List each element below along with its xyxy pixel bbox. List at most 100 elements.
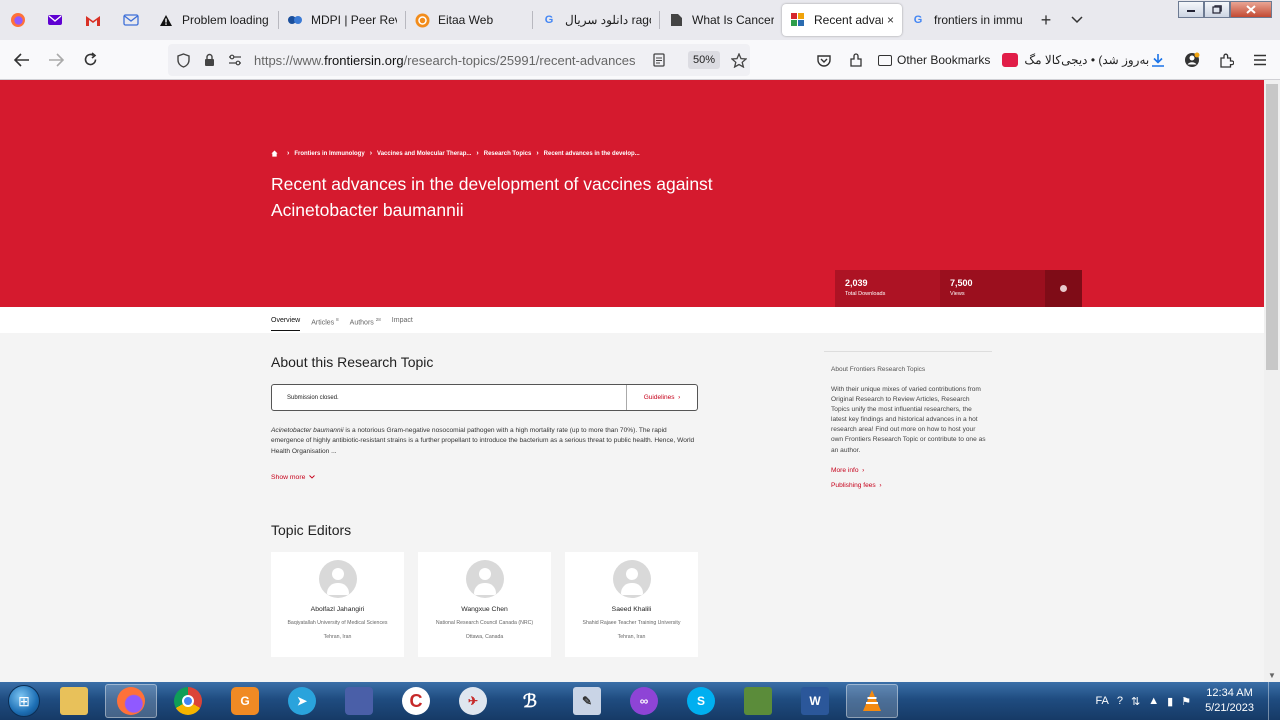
taskbar-network-tool[interactable]: ✈ [447,684,499,718]
taskbar-word[interactable]: W [789,684,841,718]
taskbar-skype[interactable]: S [675,684,727,718]
taskbar-app[interactable] [333,684,385,718]
frontiers-icon [790,12,806,28]
new-tab-button[interactable]: + [1030,10,1062,31]
taskbar-vlc[interactable] [846,684,898,718]
google-icon: G [544,14,554,26]
editor-card[interactable]: Saeed Khalili Shahid Rajaee Teacher Trai… [565,552,698,657]
minimize-button[interactable] [1178,1,1204,18]
taskbar-monitor[interactable] [732,684,784,718]
breadcrumb-separator: › [536,150,539,157]
tab-authors[interactable]: Authors 28 [350,317,381,326]
taskbar-pdf[interactable]: G [219,684,271,718]
close-tab-icon[interactable]: × [887,13,894,27]
tab-what-is-cancer[interactable]: What Is Cancer? - [660,4,782,36]
reader-view-icon[interactable] [648,53,670,67]
url-text[interactable]: https://www.frontiersin.org/research-top… [254,53,644,68]
zoom-level-button[interactable]: 50% [687,51,721,69]
warning-icon [158,12,174,28]
forward-button[interactable] [39,44,73,76]
breadcrumb-research-topics[interactable]: Research Topics [484,151,532,157]
tab-serial-download[interactable]: G دانلود سریال ragon [533,4,659,36]
account-icon[interactable] [1175,52,1209,68]
editor-affiliation: Shahid Rajaee Teacher Training Universit… [582,620,681,626]
language-indicator[interactable]: FA [1095,695,1108,707]
tab-recent-advances[interactable]: Recent advance × [782,4,902,36]
tab-frontiers-search[interactable]: G frontiers in immu [902,4,1030,36]
taskbar-telegram[interactable]: ➤ [276,684,328,718]
hero-banner: › Frontiers in Immunology › Vaccines and… [0,80,1264,307]
shield-icon[interactable] [172,52,194,68]
guidelines-link[interactable]: Guidelines › [626,385,697,410]
dot-icon [1060,285,1067,292]
bookmark-star-icon[interactable] [728,52,750,68]
page-viewport: › Frontiers in Immunology › Vaccines and… [0,80,1264,682]
reload-button[interactable] [73,44,107,76]
taskbar-solidworks[interactable]: ℬ [504,684,556,718]
tab-mdpi[interactable]: MDPI | Peer Revie [279,4,405,36]
tab-eitaa[interactable]: Eitaa Web [406,4,532,36]
pinned-tab-email[interactable] [112,0,150,40]
pocket-icon[interactable] [808,54,840,67]
show-hidden-icons-icon[interactable]: ▲ [1148,695,1159,707]
home-icon[interactable] [271,150,278,157]
taskbar-firefox[interactable] [105,684,157,718]
taskbar-chrome[interactable] [162,684,214,718]
editor-name: Wangxue Chen [461,606,508,613]
address-bar[interactable]: https://www.frontiersin.org/research-top… [168,44,750,76]
word-icon: W [801,687,829,715]
permissions-icon[interactable] [224,54,246,66]
editor-card[interactable]: Wangxue Chen National Research Council C… [418,552,551,657]
start-button[interactable]: ⊞ [0,682,48,720]
digikala-bookmark[interactable]: به‌روز شد) • دیجی‌کالا مگ [1002,53,1149,67]
taskbar-ccleaner[interactable]: C [390,684,442,718]
taskbar-editor[interactable]: ✎ [561,684,613,718]
editor-affiliation: National Research Council Canada (NRC) [435,620,534,626]
tab-problem-loading[interactable]: Problem loading [150,4,278,36]
pinned-tab-mail[interactable] [36,0,74,40]
firefox-menu-icon[interactable] [0,0,36,40]
breadcrumb-section[interactable]: Vaccines and Molecular Therap... [377,151,471,157]
pinned-tab-gmail[interactable] [74,0,112,40]
avatar [612,560,651,598]
hamburger-menu-icon[interactable] [1243,54,1277,66]
avatar [318,560,357,598]
back-button[interactable] [5,44,39,76]
extension-puzzle-alt-icon[interactable] [840,53,872,67]
scrollbar-thumb[interactable] [1266,84,1278,370]
more-info-link[interactable]: More info › [831,467,992,474]
downloads-icon[interactable] [1141,53,1175,67]
other-bookmarks-label: Other Bookmarks [897,53,991,67]
other-bookmarks[interactable]: Other Bookmarks [878,53,990,67]
taskbar-vpn[interactable]: ∞ [618,684,670,718]
lock-icon[interactable] [198,53,220,67]
tab-overview[interactable]: Overview [271,317,301,332]
digikala-bookmark-label: به‌روز شد) • دیجی‌کالا مگ [1024,53,1150,67]
flag-icon[interactable]: ⚑ [1181,695,1191,708]
signal-bars-icon[interactable]: ▮ [1167,695,1173,708]
tab-articles[interactable]: Articles 8 [311,317,338,326]
tab-impact[interactable]: Impact [392,317,413,326]
page-scrollbar[interactable]: ▲ ▼ [1264,80,1280,682]
close-window-button[interactable] [1230,1,1272,18]
breadcrumb-separator: › [476,150,479,157]
taskbar-explorer[interactable] [48,684,100,718]
pdf-icon: G [231,687,259,715]
tab-impact-label: Impact [391,317,413,324]
extensions-icon[interactable] [1209,53,1243,68]
forward-arrow-icon [49,52,64,67]
firefox-icon [117,687,145,715]
list-tabs-chevron-icon[interactable] [1062,13,1092,27]
more-stats-button[interactable] [1045,270,1082,307]
scroll-down-icon[interactable]: ▼ [1264,671,1280,680]
network-status-icon[interactable]: ⇅ [1131,695,1140,708]
tab-label: MDPI | Peer Revie [311,13,397,27]
breadcrumb-journal[interactable]: Frontiers in Immunology [294,151,364,157]
show-desktop-button[interactable] [1268,682,1280,720]
restore-button[interactable] [1204,1,1230,18]
help-icon[interactable]: ? [1117,695,1123,707]
publishing-fees-link[interactable]: Publishing fees › [831,482,992,489]
show-more-link[interactable]: Show more [271,474,315,481]
clock[interactable]: 12:34 AM 5/21/2023 [1205,686,1254,716]
editor-card[interactable]: Abolfazl Jahangiri Baqiyatallah Universi… [271,552,404,657]
